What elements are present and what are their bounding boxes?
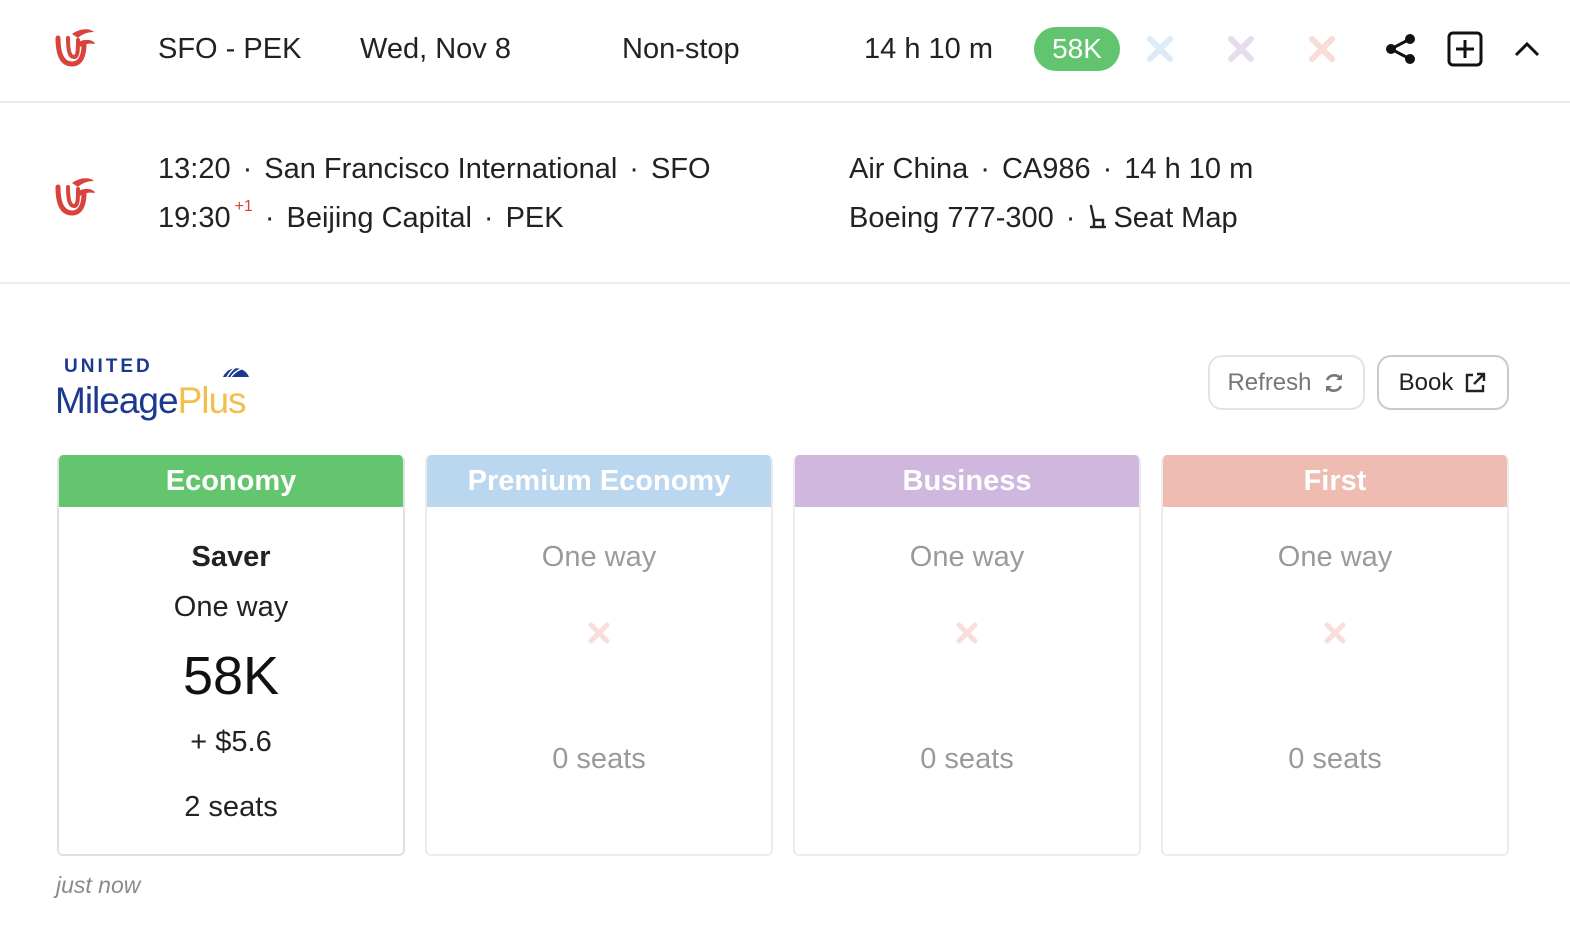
trip-type: One way	[909, 541, 1025, 573]
miles-price: 58K	[182, 646, 280, 706]
cabin-header: Economy	[59, 455, 403, 507]
seats-available: 0 seats	[1288, 743, 1382, 775]
mileageplus-logo: MileagePlus	[55, 380, 247, 422]
seat-map-label: Seat Map	[1113, 202, 1238, 234]
day-offset: +1	[234, 198, 253, 215]
best-price-badge: 58K	[1034, 27, 1120, 71]
refresh-label: Refresh	[1227, 368, 1312, 396]
departure-line: 13:20 · San Francisco International · SFO	[158, 153, 711, 186]
taxes-fees: + $5.6	[190, 726, 272, 758]
aircraft-line: Boeing 777-300 · Seat Map	[849, 202, 1238, 235]
air-china-logo-icon	[48, 24, 98, 74]
duration-label: 14 h 10 m	[864, 33, 993, 65]
cabin-header: Business	[795, 455, 1139, 507]
add-box-icon[interactable]	[1446, 30, 1484, 68]
book-label: Book	[1398, 368, 1454, 396]
separator-dot: ·	[264, 202, 275, 234]
cabin-card-economy[interactable]: Economy Saver One way 58K + $5.6 2 seats	[57, 455, 405, 856]
mileageplus-logo-part2: Plus	[177, 380, 247, 421]
book-button[interactable]: Book	[1377, 355, 1509, 410]
separator-dot: ·	[483, 202, 494, 234]
united-logo-text: UNITED	[64, 356, 153, 377]
separator-dot: ·	[980, 153, 990, 185]
route-label: SFO - PEK	[158, 33, 302, 65]
seats-available: 2 seats	[184, 791, 278, 823]
unavailable-icon	[953, 619, 981, 647]
arrive-time: 19:30	[158, 202, 231, 234]
fare-type: Saver	[191, 541, 271, 573]
refresh-icon	[1322, 371, 1346, 395]
unavailable-icon	[585, 619, 613, 647]
depart-airport: San Francisco International	[264, 153, 618, 185]
depart-time: 13:20	[158, 153, 231, 185]
united-globe-icon	[221, 353, 251, 379]
mileageplus-logo-part1: Mileage	[55, 380, 179, 421]
cabin-header: First	[1163, 455, 1507, 507]
cabin-card-first: First One way 0 seats	[1161, 455, 1509, 856]
depart-code: SFO	[650, 153, 711, 185]
arrival-line: 19:30 +1 · Beijing Capital · PEK	[158, 198, 564, 235]
business-unavailable-icon	[1225, 33, 1257, 65]
aircraft-type: Boeing 777-300	[849, 202, 1054, 234]
refresh-button[interactable]: Refresh	[1208, 355, 1365, 410]
trip-type: One way	[173, 591, 289, 623]
flight-summary-row[interactable]: SFO - PEK Wed, Nov 8 Non-stop 14 h 10 m …	[0, 0, 1570, 103]
arrive-code: PEK	[505, 202, 564, 234]
trip-type: One way	[1277, 541, 1393, 573]
stops-label: Non-stop	[622, 33, 740, 65]
air-china-logo-icon	[48, 173, 98, 223]
seats-available: 0 seats	[920, 743, 1014, 775]
seat-map-link[interactable]: Seat Map	[1087, 202, 1238, 234]
cabin-header: Premium Economy	[427, 455, 771, 507]
flight-info-line: Air China · CA986 · 14 h 10 m	[849, 153, 1253, 186]
flight-number: CA986	[1001, 153, 1091, 185]
share-icon[interactable]	[1382, 30, 1420, 68]
cabin-card-premium-economy: Premium Economy One way 0 seats	[425, 455, 773, 856]
separator-dot: ·	[242, 153, 253, 185]
airline-name: Air China	[849, 153, 969, 185]
premium-unavailable-icon	[1144, 33, 1176, 65]
date-label: Wed, Nov 8	[360, 33, 511, 65]
trip-type: One way	[541, 541, 657, 573]
external-link-icon	[1463, 371, 1487, 395]
unavailable-icon	[1321, 619, 1349, 647]
last-updated: just now	[56, 872, 141, 898]
segment-duration: 14 h 10 m	[1124, 153, 1254, 185]
separator-dot: ·	[1065, 202, 1076, 234]
flight-segment: 13:20 · San Francisco International · SFO 19…	[0, 103, 1570, 284]
separator-dot: ·	[629, 153, 639, 185]
separator-dot: ·	[1102, 153, 1113, 185]
seat-icon	[1087, 204, 1107, 230]
chevron-up-icon[interactable]	[1508, 30, 1546, 68]
seats-available: 0 seats	[552, 743, 646, 775]
first-unavailable-icon	[1306, 33, 1338, 65]
arrive-airport: Beijing Capital	[286, 202, 472, 234]
cabin-card-business: Business One way 0 seats	[793, 455, 1141, 856]
